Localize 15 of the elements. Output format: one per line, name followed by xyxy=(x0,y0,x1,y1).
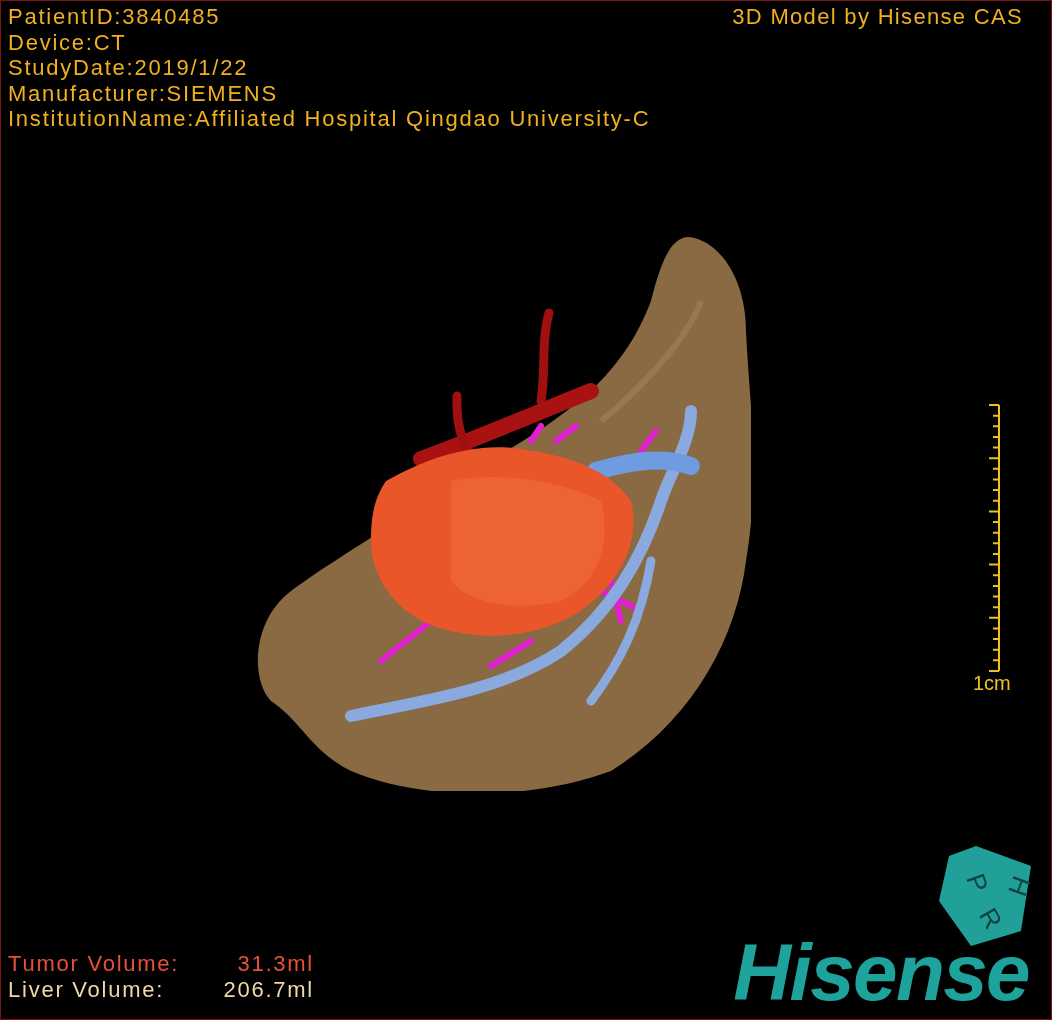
scale-label: 1cm xyxy=(973,671,1011,695)
cube-face-label: R xyxy=(973,902,1009,935)
info-text: Device:CT xyxy=(8,29,128,55)
info-text: PatientID:3840485 xyxy=(8,4,222,30)
volume-label: Tumor Volume: xyxy=(8,951,181,977)
cube-face-label: P xyxy=(960,869,995,897)
cube-face-label: H xyxy=(1002,872,1037,901)
volume-value: 31.3ml xyxy=(236,951,314,977)
info-text: InstitutionName:Affiliated Hospital Qingdao University-C xyxy=(8,106,651,132)
brand-logo: Hisense xyxy=(733,933,1029,1013)
info-text: StudyDate:2019/1/22 xyxy=(8,55,250,81)
info-text: Manufacturer:SIEMENS xyxy=(8,80,279,106)
credit-text: 3D Model by Hisense CAS xyxy=(732,4,1023,30)
volume-value: 206.7ml xyxy=(222,977,314,1003)
volume-label: Liver Volume: xyxy=(8,977,166,1003)
